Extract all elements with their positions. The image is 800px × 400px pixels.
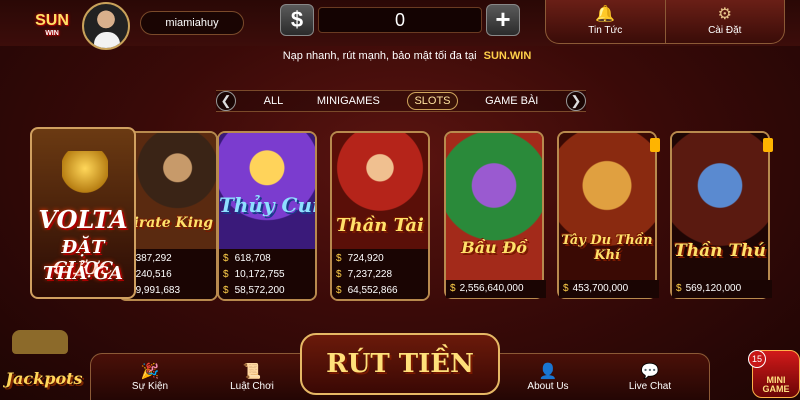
news-label: Tin Tức xyxy=(588,25,623,36)
settings-label: Cài Đặt xyxy=(708,25,742,36)
tab-game-bai[interactable]: GAME BÀI xyxy=(479,93,544,109)
category-tabs: ❮ ALL MINIGAMES SLOTS GAME BÀI ❯ xyxy=(216,90,586,112)
jackpot-row: $58,572,200 xyxy=(223,285,285,296)
events-label: Sự Kiện xyxy=(131,381,169,392)
chat-label: Live Chat xyxy=(628,381,672,392)
game-card-than-thu[interactable]: Thần Thú xyxy=(670,131,770,299)
about-label: About Us xyxy=(527,381,569,392)
jackpot-list: $618,708 $10,172,755 $58,572,200 xyxy=(219,249,315,299)
balance-value: 0 xyxy=(318,7,482,33)
tab-all[interactable]: ALL xyxy=(258,93,290,109)
announcement-text: Nạp nhanh, rút mạnh, bảo mật tối đa tại xyxy=(282,50,477,62)
game-art xyxy=(446,133,542,283)
rules-button[interactable]: 📜 Luật Chơi xyxy=(207,358,297,398)
dollar-icon[interactable]: $ xyxy=(280,4,314,36)
jackpot-row: $64,552,866 xyxy=(336,285,398,296)
jackpot-row: $7,237,228 xyxy=(336,269,393,280)
game-card-than-tai[interactable]: Thần Tài $724,920 $7,237,228 $64,552,866 xyxy=(330,131,430,301)
jackpot-row: $10,172,755 xyxy=(223,269,285,280)
promo-banner-volta[interactable]: VOLTA ĐẶT CƯỢC THẢ GA xyxy=(30,127,136,299)
game-card-bau-do[interactable]: Bầu Đồ xyxy=(444,131,544,299)
withdraw-button[interactable]: RÚT TIỀN xyxy=(300,333,500,395)
rules-label: Luật Chơi xyxy=(230,381,274,392)
game-title: Thần Thú xyxy=(674,241,766,261)
tag-icon xyxy=(650,138,660,152)
live-chat-button[interactable]: 💬 Live Chat xyxy=(605,358,695,398)
jackpot-value: $453,700,000 xyxy=(559,280,659,298)
tabs-next-button[interactable]: ❯ xyxy=(566,91,586,111)
top-right-menu: 🔔 Tin Tức ⚙ Cài Đặt xyxy=(545,0,785,44)
jackpot-row: $387,292 xyxy=(124,253,172,264)
about-button[interactable]: 👤 About Us xyxy=(503,358,593,398)
jackpot-list: $724,920 $7,237,228 $64,552,866 xyxy=(332,249,428,299)
minigame-badge: 15 xyxy=(748,350,766,368)
scroll-icon: 📜 xyxy=(242,363,262,380)
game-title: Tây Du Thần Khí xyxy=(561,233,653,263)
jackpot-row: $240,516 xyxy=(124,269,172,280)
game-title: Thần Tài xyxy=(336,215,424,236)
news-button[interactable]: 🔔 Tin Tức xyxy=(546,0,665,43)
game-card-thuy-cung[interactable]: Thủy Cung $618,708 $10,172,755 $58,572,2… xyxy=(217,131,317,301)
trophy-icon xyxy=(62,151,108,201)
announcement-banner: Nạp nhanh, rút mạnh, bảo mật tối đa tại … xyxy=(262,50,552,68)
game-title: Bầu Đồ xyxy=(461,238,527,257)
promo-line-1: VOLTA xyxy=(38,205,128,234)
announcement-brand: SUN.WIN xyxy=(483,50,532,62)
jackpot-row: $618,708 xyxy=(223,253,271,264)
avatar[interactable] xyxy=(82,2,130,50)
jackpot-row: $9,991,683 xyxy=(124,285,181,296)
logo-text: SUN xyxy=(35,11,69,29)
game-card-tay-du-than-khi[interactable]: Tây Du Thần Khí xyxy=(557,131,657,299)
tabs-prev-button[interactable]: ❮ xyxy=(216,91,236,111)
balance-bar: $ 0 + xyxy=(280,4,520,36)
party-popper-icon: 🎉 xyxy=(140,363,160,380)
bell-icon: 🔔 xyxy=(595,6,616,23)
jackpot-value: $569,120,000 xyxy=(672,280,772,298)
tab-slots[interactable]: SLOTS xyxy=(407,92,458,110)
user-icon: 👤 xyxy=(538,363,558,380)
deposit-plus-button[interactable]: + xyxy=(486,4,520,36)
username-label: miamiahuy xyxy=(140,11,244,35)
jackpot-row: $724,920 xyxy=(336,253,384,264)
events-button[interactable]: 🎉 Sự Kiện xyxy=(105,358,195,398)
jackpots-button[interactable]: Jackpots xyxy=(4,318,84,388)
logo-subtext: WIN xyxy=(45,29,59,37)
gear-icon: ⚙ xyxy=(717,6,732,23)
jackpot-value: $2,556,640,000 xyxy=(446,280,546,298)
app-logo[interactable]: SUN WIN xyxy=(28,6,76,42)
tab-minigames[interactable]: MINIGAMES xyxy=(311,93,386,109)
promo-line-3: THẢ GA xyxy=(43,263,123,284)
chat-bubble-icon: 💬 xyxy=(640,363,660,380)
settings-button[interactable]: ⚙ Cài Đặt xyxy=(664,0,785,43)
game-art xyxy=(219,133,315,249)
tag-icon xyxy=(763,138,773,152)
game-title: Thủy Cung xyxy=(219,193,315,217)
